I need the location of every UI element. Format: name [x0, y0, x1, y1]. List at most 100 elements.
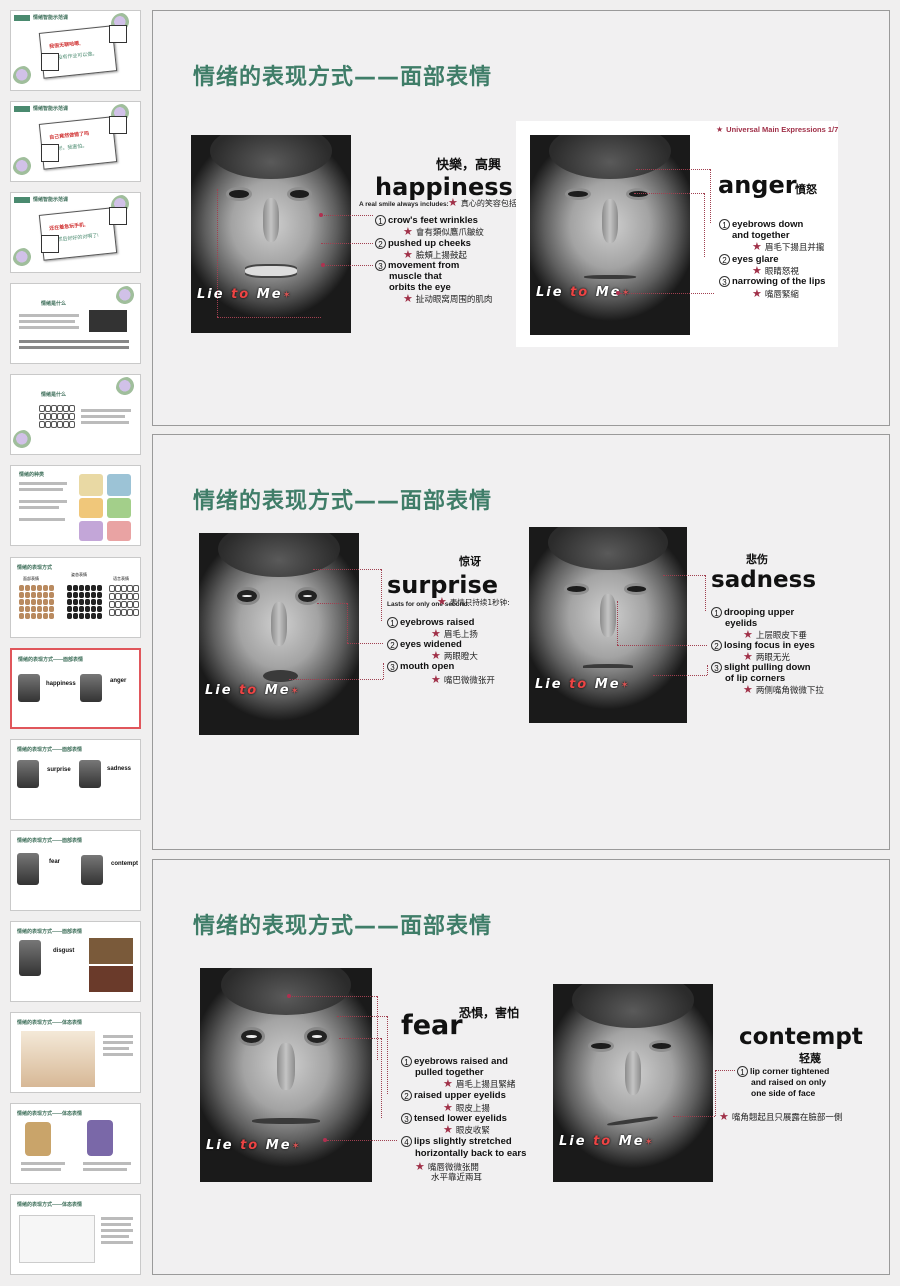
slide-thumbnail-3[interactable]: 情绪智能示范课 还在着急玩手机, 我然后好好的对啊了! — [10, 192, 141, 273]
slide-thumbnail-9[interactable]: 情绪的表现方式——面部表情 surprise sadness — [10, 739, 141, 820]
anger-point-3: 3 narrowing of the lips — [719, 276, 825, 287]
sadness-point-3-cn: ★ 两侧嘴角微微下拉 — [743, 683, 824, 696]
connector-line — [617, 601, 618, 645]
contempt-point-1-cn: ★ 嘴角翹起且只展露在臉部一側 — [719, 1110, 843, 1123]
sadness-point-1: 1 drooping upper — [711, 607, 794, 618]
slide-thumbnail-5[interactable]: 情绪是什么 — [10, 374, 141, 455]
flower-decoration-icon — [13, 66, 35, 88]
thumb-label: fear — [49, 859, 61, 865]
connector-line — [387, 1016, 388, 1094]
posture-photo-thumb — [25, 1122, 51, 1156]
anger-header-note: ★ Universal Main Expressions 1/7 — [716, 125, 839, 134]
slide-thumbnail-11[interactable]: 情绪的表现方式——面部表情 disgust — [10, 921, 141, 1002]
slide-thumbnail-14[interactable]: 情绪的表现方式——体态表情 — [10, 1194, 141, 1275]
thumb-text-line — [101, 1217, 133, 1220]
lie-to-me-watermark: Lie to Me✶ — [559, 1134, 655, 1149]
emotion-art-icon — [79, 474, 103, 496]
contempt-face-photo: Lie to Me✶ — [553, 984, 713, 1182]
fear-point-4-cn: ★ 嘴唇微微张開 — [415, 1160, 479, 1173]
slide-title: 情绪的表现方式——面部表情 — [193, 489, 493, 514]
thumb-tag — [14, 197, 30, 203]
connector-line — [321, 243, 373, 244]
connector-line — [377, 996, 378, 1060]
thumb-title: 情绪的表现方式——面部表情 — [18, 657, 84, 663]
watermark-lie: Lie — [205, 683, 233, 698]
emotion-art-icon — [107, 498, 131, 518]
fear-point-1: 1 eyebrows raised and — [401, 1056, 508, 1067]
anger-point-2: 2 eyes glare — [719, 254, 778, 265]
slide-thumbnail-7[interactable]: 情绪的表现方式 面部表情 姿态表情 语言表情 — [10, 557, 141, 638]
watermark-me: Me — [265, 1138, 292, 1153]
sadness-word: sadness — [711, 567, 817, 593]
surprise-note-cn: ★ 表情只持续1秒钟: — [437, 595, 510, 608]
happiness-point-1-cn: ★ 會有類似鷹爪皺紋 — [403, 225, 484, 238]
flower-decoration-icon — [13, 157, 35, 179]
happiness-point-1: 1 crow's feet wrinkles — [375, 215, 478, 226]
slide-title: 情绪的表现方式——面部表情 — [193, 65, 493, 90]
connector-line — [704, 193, 705, 257]
connector-line — [321, 215, 373, 216]
watermark-me: Me — [618, 1134, 645, 1149]
cube-face-icon — [41, 144, 59, 162]
gesture-grid-image — [109, 585, 139, 616]
thumb-text-line — [101, 1241, 133, 1244]
contempt-word: contempt — [739, 1024, 863, 1050]
slide-thumbnail-2[interactable]: 情绪智能示范课 自己竟然做错了吗 我好。我害怕。 — [10, 101, 141, 182]
connector-line — [705, 575, 706, 611]
slide-thumbnail-1[interactable]: 情绪智能示范课 我很无聊哈嗯, 我没有作业可以做。 — [10, 10, 141, 91]
contempt-point-1-line3: one side of face — [751, 1088, 816, 1098]
thumb-text-line — [101, 1229, 133, 1232]
slide-thumbnail-10[interactable]: 情绪的表现方式——面部表情 fear contempt — [10, 830, 141, 911]
slide-thumbnail-12[interactable]: 情绪的表现方式——体态表情 — [10, 1012, 141, 1093]
flower-decoration-icon — [116, 377, 138, 399]
face-photo-thumb — [18, 674, 40, 702]
thumb-label: surprise — [47, 767, 71, 773]
watermark-lie: Lie — [197, 287, 225, 302]
happiness-face-photo: Lie to Me✶ — [191, 135, 351, 333]
emotion-art-icon — [107, 474, 131, 496]
watermark-lie: Lie — [536, 285, 564, 300]
slide-thumbnail-13[interactable]: 情绪的表现方式——体态表情 — [10, 1103, 141, 1184]
fear-face-photo: Lie to Me✶ — [200, 968, 372, 1182]
fear-point-4-line2: horizontally back to ears — [415, 1148, 527, 1159]
surprise-cn-title: 惊讶 — [459, 555, 481, 568]
connector-line — [383, 663, 384, 679]
face-photo-thumb — [17, 760, 39, 788]
thumb-text-line — [21, 1162, 65, 1165]
thumb-title: 情绪的种类 — [19, 472, 45, 478]
surprise-face-photo: Lie to Me✶ — [199, 533, 359, 735]
cube-face-icon — [109, 207, 127, 225]
connector-line — [710, 169, 711, 223]
connector-line — [327, 1140, 397, 1141]
posture-photo-thumb — [87, 1120, 113, 1156]
face-photo-thumb — [19, 940, 41, 976]
contempt-point-1-line2: and raised on only — [751, 1077, 827, 1087]
connector-line — [347, 643, 383, 644]
thumb-text-line — [103, 1041, 133, 1044]
thumb-text-line — [81, 421, 129, 424]
emotion-art-icon — [107, 521, 131, 541]
thumb-text-line — [83, 1162, 131, 1165]
flower-decoration-icon — [13, 248, 35, 270]
slide-thumbnail-8[interactable]: 情绪的表现方式——面部表情 happiness anger — [10, 648, 141, 729]
watermark-me: Me — [594, 677, 621, 692]
watermark-lie: Lie — [559, 1134, 587, 1149]
thumb-title: 情绪的表现方式 — [17, 565, 53, 571]
thumb-text-line — [21, 1168, 61, 1171]
thumb-title: 情绪智能示范课 — [33, 15, 69, 21]
thumb-title: 情绪智能示范课 — [33, 197, 69, 203]
connector-line — [337, 1016, 387, 1017]
happiness-note-en: A real smile always includes: — [359, 201, 449, 208]
slide-thumbnail-6[interactable]: 情绪的种类 — [10, 465, 141, 546]
connector-line — [313, 569, 381, 570]
slide-thumbnail-4[interactable]: 情绪是什么 — [10, 283, 141, 364]
connector-line — [217, 317, 321, 318]
happiness-point-3-line2: muscle that — [389, 271, 442, 282]
thumb-title: 情绪的表现方式——面部表情 — [17, 929, 83, 935]
thumb-text-line — [81, 415, 125, 418]
sadness-face-photo: Lie to Me✶ — [529, 527, 687, 723]
sadness-point-3: 3 slight pulling down — [711, 662, 811, 673]
watermark-to: to — [231, 287, 251, 302]
thumb-title: 情绪是什么 — [41, 301, 67, 307]
cube-face-icon — [109, 116, 127, 134]
